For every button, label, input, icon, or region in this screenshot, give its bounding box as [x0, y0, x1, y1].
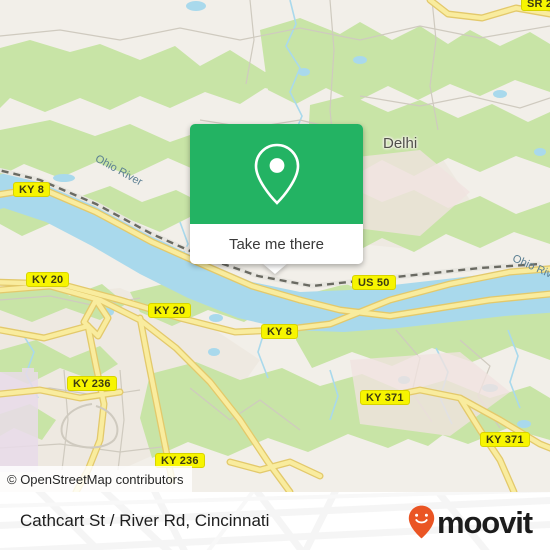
info-card-pointer — [262, 263, 288, 274]
osm-attribution[interactable]: © OpenStreetMap contributors — [0, 466, 192, 492]
info-card-action-label: Take me there — [228, 235, 325, 253]
shield-ky-371-east[interactable]: KY 371 — [480, 432, 530, 447]
moovit-logo[interactable]: moovit — [408, 504, 533, 540]
shield-ky-20-west[interactable]: KY 20 — [26, 272, 70, 287]
osm-attribution-text: © OpenStreetMap contributors — [7, 471, 184, 487]
footer-bar: Cathcart St / River Rd, Cincinnati moovi… — [0, 492, 550, 550]
moovit-smiley-pin-icon — [408, 505, 435, 539]
info-card-image — [190, 124, 363, 224]
shield-ky-8-west[interactable]: KY 8 — [13, 182, 51, 197]
info-card-action[interactable]: Take me there — [190, 224, 363, 264]
shield-sr-2-cutoff[interactable]: SR 2 — [521, 0, 550, 11]
shield-ky-371-west[interactable]: KY 371 — [360, 390, 410, 405]
shield-ky-8-center[interactable]: KY 8 — [261, 324, 299, 339]
map-canvas[interactable]: Ohio River Ohio Riv Delhi KY 8 KY 20 KY … — [0, 0, 550, 492]
moovit-wordmark: moovit — [436, 504, 533, 540]
shield-ky-236-west[interactable]: KY 236 — [67, 376, 117, 391]
location-pin-icon — [254, 143, 299, 205]
location-info-card[interactable]: Take me there — [190, 124, 363, 264]
map-screenshot-root: Ohio River Ohio Riv Delhi KY 8 KY 20 KY … — [0, 0, 550, 550]
place-label-delhi: Delhi — [383, 135, 418, 152]
location-title: Cathcart St / River Rd, Cincinnati — [20, 511, 270, 530]
shield-us-50[interactable]: US 50 — [352, 275, 396, 290]
industrial-areas — [0, 368, 38, 472]
shield-ky-20-east[interactable]: KY 20 — [148, 303, 192, 318]
